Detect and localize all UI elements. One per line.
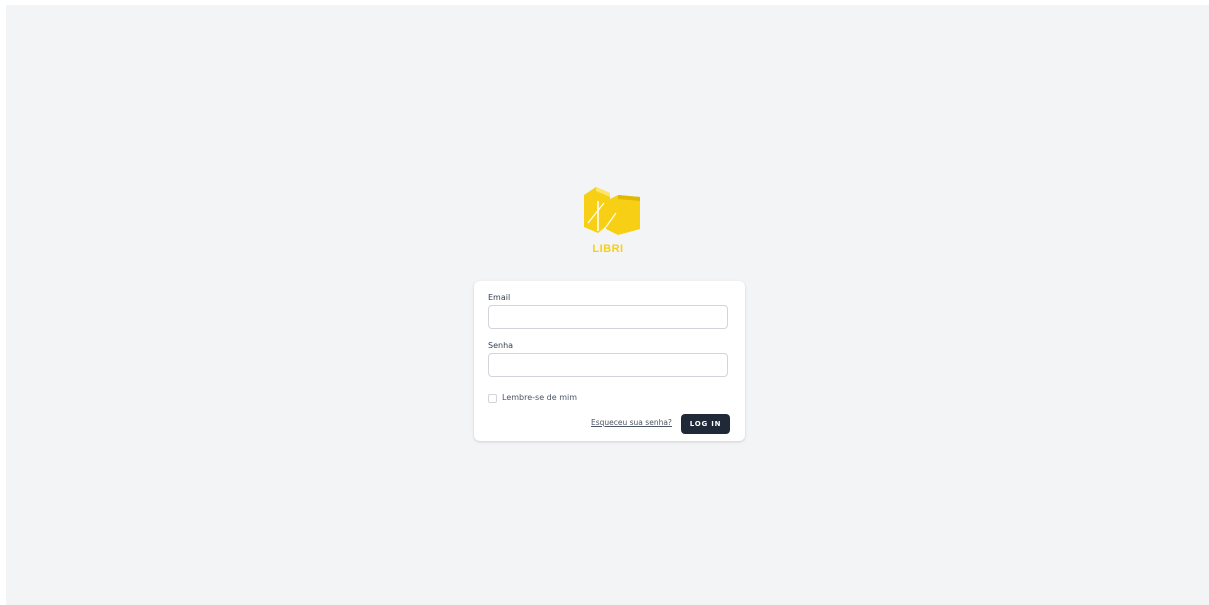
email-field[interactable] bbox=[488, 305, 728, 329]
remember-me-label: Lembre-se de mim bbox=[502, 393, 578, 402]
password-field[interactable] bbox=[488, 353, 728, 377]
login-button[interactable]: LOG IN bbox=[681, 414, 730, 434]
libri-logo: LIBRI bbox=[582, 183, 642, 259]
password-label: Senha bbox=[488, 341, 514, 350]
forgot-password-link[interactable]: Esqueceu sua senha? bbox=[591, 418, 672, 427]
books-icon bbox=[584, 187, 640, 235]
remember-me-checkbox[interactable] bbox=[488, 394, 497, 403]
email-label: Email bbox=[488, 293, 511, 302]
page-background: LIBRI Email Senha Lembre-se de mim Esque… bbox=[6, 5, 1209, 605]
login-card: Email Senha Lembre-se de mim Esqueceu su… bbox=[474, 281, 745, 441]
brand-name: LIBRI bbox=[592, 243, 624, 255]
